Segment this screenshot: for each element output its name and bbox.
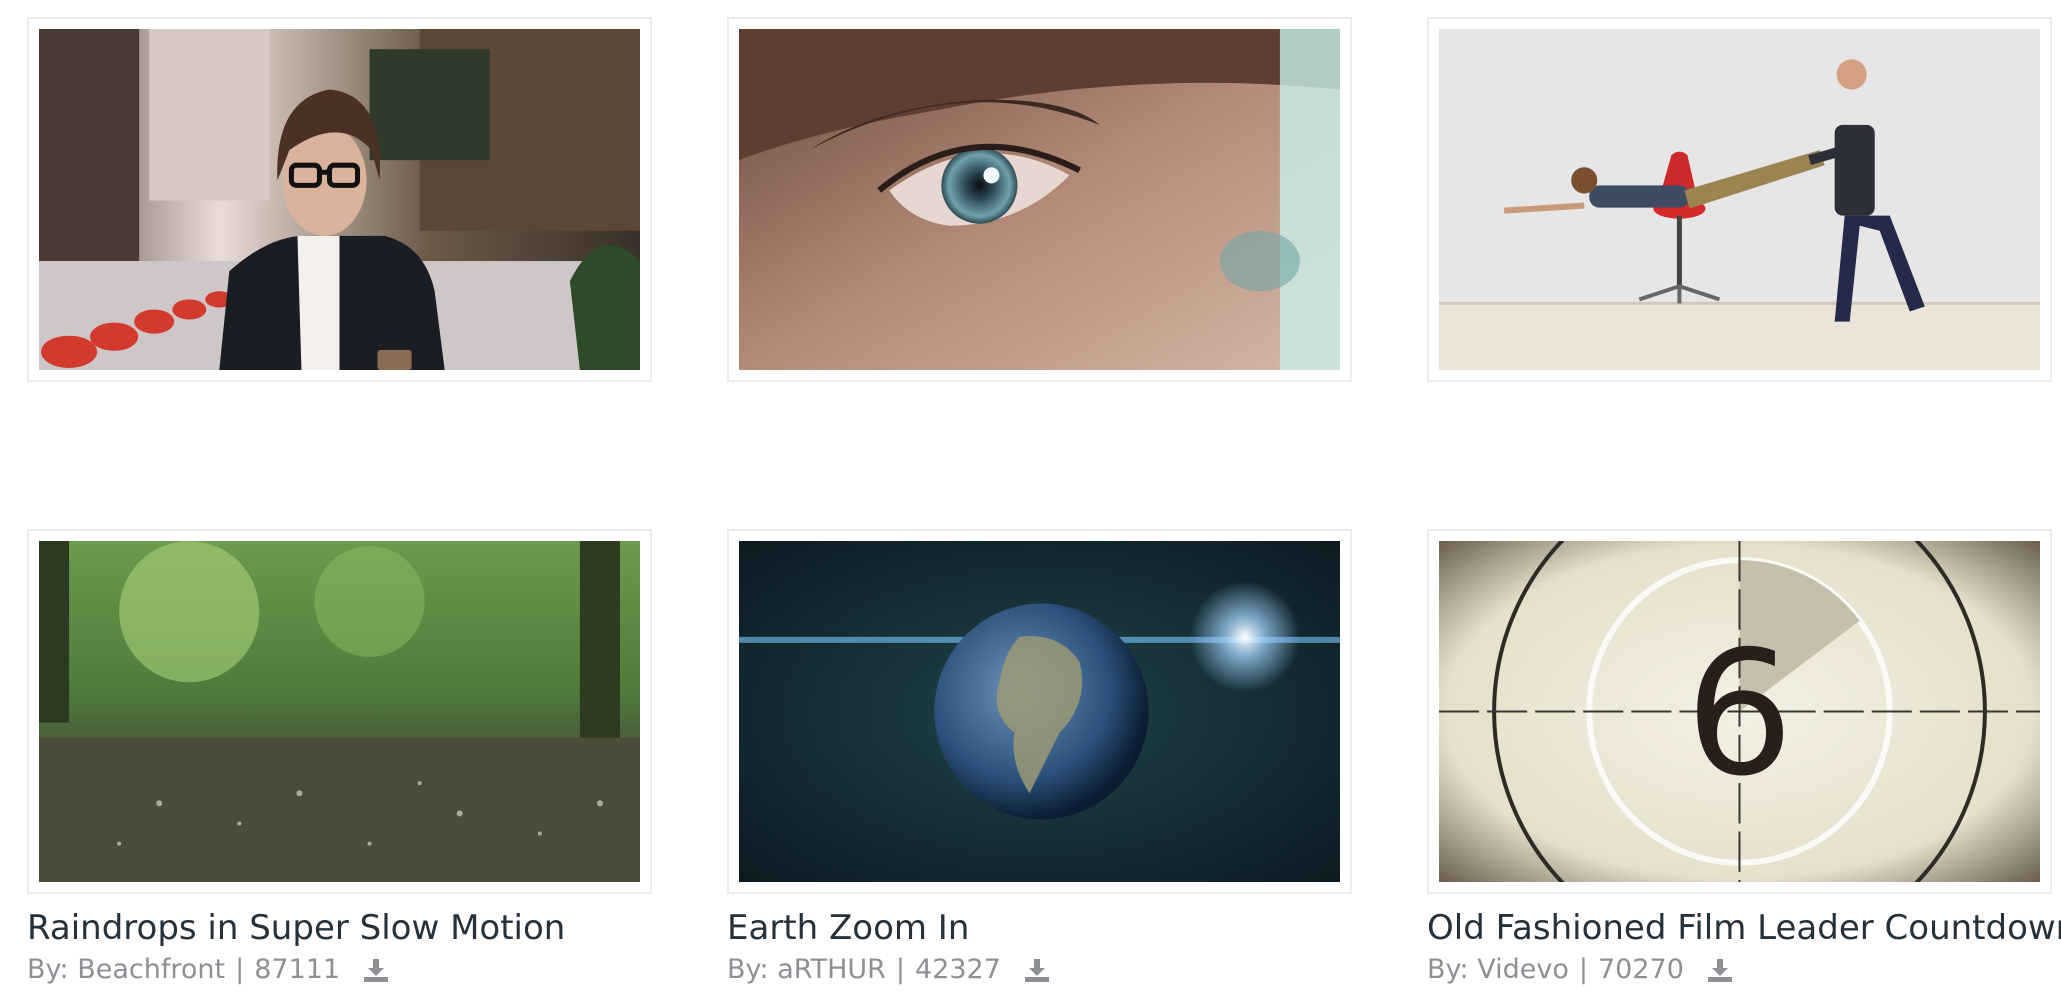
meta-separator: | xyxy=(1578,954,1588,985)
video-view-count: 70270 xyxy=(1597,954,1684,985)
video-thumbnail-eye-close-up xyxy=(739,29,1340,370)
video-thumbnail-film-countdown: 6 xyxy=(1439,541,2040,882)
video-author[interactable]: aRTHUR xyxy=(777,952,886,988)
video-thumbnail-office-chair xyxy=(1439,29,2040,370)
video-card xyxy=(27,17,652,382)
video-meta: By: aRTHUR | 42327 xyxy=(727,952,1352,988)
video-thumbnail-link[interactable]: 6 xyxy=(1427,529,2052,894)
video-author[interactable]: Videvo xyxy=(1477,952,1569,988)
meta-separator: | xyxy=(235,954,245,985)
video-card xyxy=(727,17,1352,382)
video-thumbnail-link[interactable] xyxy=(27,17,652,382)
video-thumbnail-link[interactable] xyxy=(1427,17,2052,382)
video-meta: By: Videvo | 70270 xyxy=(1427,952,2052,988)
download-icon[interactable] xyxy=(1023,957,1051,983)
by-label: By: xyxy=(27,954,69,985)
video-view-count: 42327 xyxy=(915,954,1001,985)
video-card xyxy=(1427,17,2052,382)
video-view-count: 87111 xyxy=(254,954,341,985)
download-icon[interactable] xyxy=(1706,957,1734,983)
video-thumbnail-link[interactable] xyxy=(27,529,652,894)
meta-separator: | xyxy=(895,954,906,985)
video-thumbnail-raindrops xyxy=(39,541,640,882)
video-thumbnail-link[interactable] xyxy=(727,17,1352,382)
countdown-number: 6 xyxy=(1685,614,1793,814)
video-thumbnail-link[interactable] xyxy=(727,529,1352,894)
download-icon[interactable] xyxy=(362,957,390,983)
video-title[interactable]: Earth Zoom In xyxy=(727,908,1352,948)
video-title[interactable]: Old Fashioned Film Leader Countdown xyxy=(1427,908,2061,948)
video-card: Earth Zoom In By: aRTHUR | 42327 xyxy=(727,529,1352,988)
video-thumbnail-earth xyxy=(739,541,1340,882)
video-card: Raindrops in Super Slow Motion By: Beach… xyxy=(27,529,652,988)
video-title[interactable]: Raindrops in Super Slow Motion xyxy=(27,908,652,948)
video-card: 6 Old Fashioned Film Leader Countdown By… xyxy=(1427,529,2061,988)
video-thumbnail-woman-with-glasses xyxy=(39,29,640,370)
video-meta: By: Beachfront | 87111 xyxy=(27,952,652,988)
by-label: By: xyxy=(727,954,769,985)
video-author[interactable]: Beachfront xyxy=(77,952,225,988)
by-label: By: xyxy=(1427,954,1469,985)
